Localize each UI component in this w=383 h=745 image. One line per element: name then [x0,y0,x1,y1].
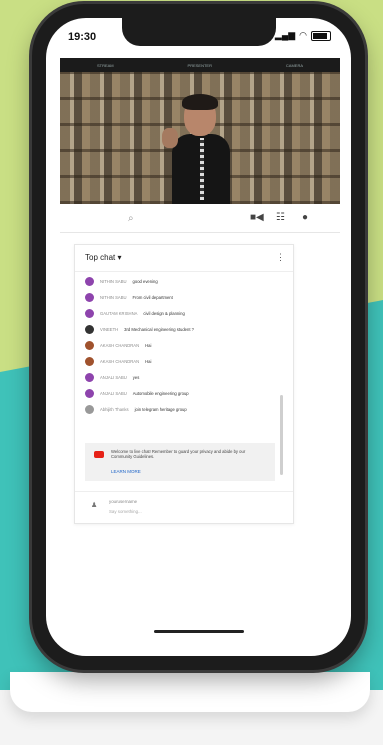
chat-message: VINEETH 3rd Mechanical engineering stude… [85,323,194,335]
chat-input[interactable]: Say something... [109,509,142,514]
chat-message: NITHIN SABU good evening [85,275,158,287]
avatar [85,324,94,334]
presenter-hair [182,94,218,110]
chat-text: civil design & planning [143,310,185,316]
chat-text: good evening [132,278,158,284]
wifi-icon: ◠ [299,30,307,40]
card-base [10,672,370,712]
status-icons: ▂▄▆ ◠ [275,30,331,41]
grid-icon[interactable]: ☷ [276,212,285,223]
chat-filter-dropdown[interactable]: Top chat ▾ [85,253,121,262]
chat-text: join telegram heritage group [134,406,187,412]
chat-author: NITHIN SABU [100,278,127,284]
chat-author: GAUTAM KRISHNA [100,310,138,316]
phone-screen: 19:30 ▂▄▆ ◠ STREAM PRESENTER CAMERA ⌕ ■◀… [46,18,351,656]
status-time: 19:30 [68,31,97,43]
chat-author: AKASH CHANDRAN [100,358,140,364]
learn-more-link[interactable]: LEARN MORE [111,469,141,474]
chat-author: VINEETH [100,326,119,332]
avatar [85,340,94,350]
presenter [162,94,230,204]
chat-input-username: yourusername [109,499,138,504]
battery-icon [311,30,331,41]
video-controls: ⌕ ■◀ ☷ ● [60,204,340,233]
youtube-icon [94,451,104,458]
chat-author: ANJALI SABU [100,374,127,380]
chat-message: GAUTAM KRISHNA civil design & planning [85,307,185,319]
presenter-hand [162,128,178,148]
user-avatar-icon: ♟ [91,502,98,509]
chat-message: Abhijith Thanks join telegram heritage g… [85,403,187,415]
video-tab-presenter: PRESENTER [187,62,212,68]
chat-text: Hai [145,358,152,364]
live-chat-panel: Top chat ▾ ⋮ NITHIN SABU good evening NI… [74,244,294,524]
video-player[interactable]: STREAM PRESENTER CAMERA [60,58,340,204]
video-tab-camera: CAMERA [285,62,304,68]
avatar [85,372,94,382]
avatar [85,308,94,318]
phone-notch [122,18,276,46]
chat-author: AKASH CHANDRAN [100,342,140,348]
avatar [85,356,94,366]
search-icon[interactable]: ⌕ [128,213,134,224]
presenter-scarf [200,138,204,200]
chat-author: NITHIN SABU [100,294,127,300]
chat-header: Top chat ▾ ⋮ [75,245,293,272]
camera-icon[interactable]: ■◀ [250,212,264,223]
chat-author: ANJALI SABU [100,390,127,396]
avatar [85,404,94,414]
more-options-icon[interactable]: ⋮ [276,252,285,263]
signal-icon: ▂▄▆ [274,30,296,40]
chat-text: yes [132,374,140,380]
video-tab-stream: STREAM [96,62,114,68]
chat-welcome-notice: Welcome to live chat! Remember to guard … [85,443,275,481]
chat-divider [75,491,293,492]
avatar [85,276,94,286]
chat-text: 3rd Mechanical engineering student ? [124,326,194,332]
bell-icon[interactable]: ● [302,212,308,223]
chat-text: From civil department [132,294,173,300]
chat-message: NITHIN SABU From civil department [85,291,173,303]
chat-message: AKASH CHANDRAN Hai [85,339,151,351]
video-tabs: STREAM PRESENTER CAMERA [60,58,340,72]
avatar [85,388,94,398]
chat-scrollbar[interactable] [280,395,283,475]
chat-author: Abhijith Thanks [100,406,129,412]
avatar [85,292,94,302]
chat-message: ANJALI SABU yes [85,371,139,383]
chat-message: AKASH CHANDRAN Hai [85,355,151,367]
chat-message: ANJALI SABU Automobile engineering group [85,387,189,399]
home-indicator[interactable] [154,630,244,633]
chat-text: Hai [145,342,152,348]
notice-text: Welcome to live chat! Remember to guard … [111,449,246,459]
phone-frame: 19:30 ▂▄▆ ◠ STREAM PRESENTER CAMERA ⌕ ■◀… [32,4,365,670]
chat-text: Automobile engineering group [132,390,189,396]
